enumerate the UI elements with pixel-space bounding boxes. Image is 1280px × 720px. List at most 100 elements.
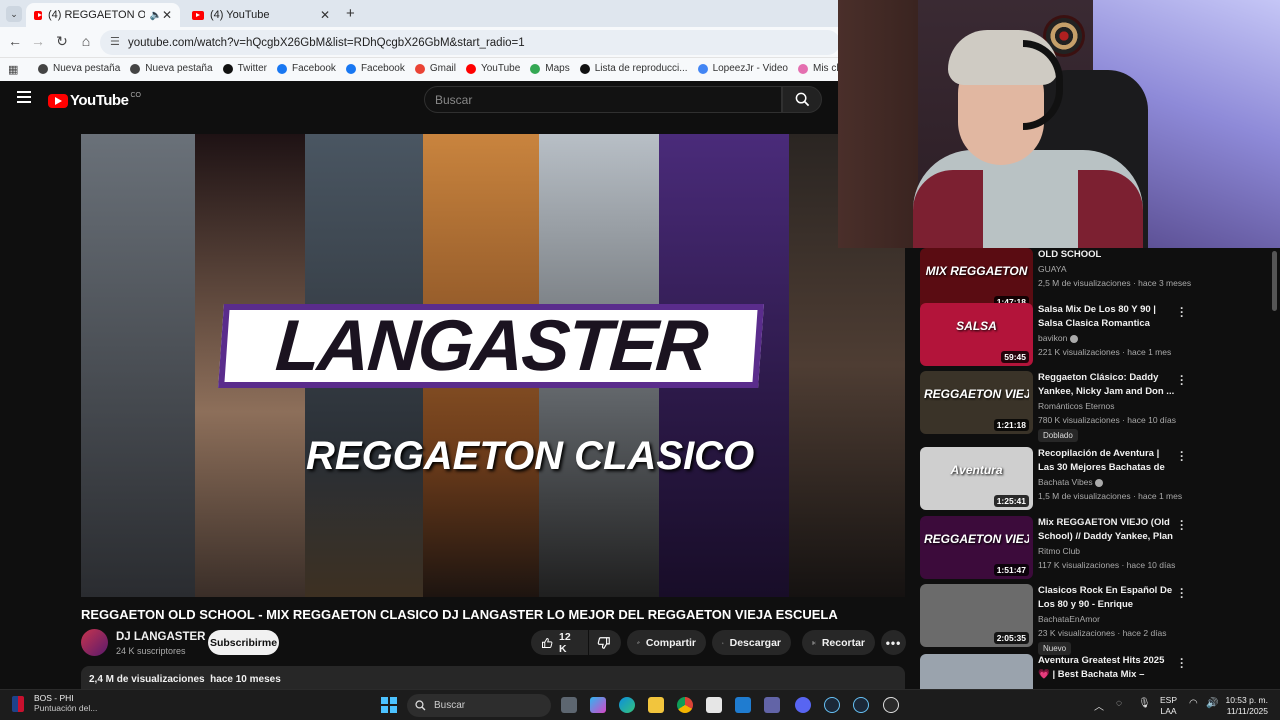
recommendation-thumbnail[interactable]: REGGAETON VIEJO 1:51:47 <box>920 516 1033 579</box>
share-button[interactable]: Compartir <box>627 630 706 655</box>
clock[interactable]: 10:53 p. m. 11/11/2025 <box>1222 695 1268 717</box>
chrome-icon[interactable] <box>677 697 693 713</box>
recommendation-thumbnail[interactable]: REGGAETON VIEJO 1:21:18 <box>920 371 1033 434</box>
recommendation-channel[interactable]: bavikon <box>1038 333 1078 343</box>
like-button[interactable]: 12 K <box>531 630 588 655</box>
recommendation-item[interactable]: Aventura 1:25:41 Recopilación de Aventura … <box>920 446 1280 511</box>
audio-playing-icon[interactable]: 🔈 <box>149 10 161 21</box>
recommendation-thumbnail[interactable]: SALSA 59:45 <box>920 303 1033 366</box>
mail-icon[interactable] <box>735 697 751 713</box>
address-bar[interactable]: ☰ youtube.com/watch?v=hQcgbX26GbM&list=R… <box>100 30 840 55</box>
file-explorer-icon[interactable] <box>648 697 664 713</box>
recommendation-title[interactable]: Salsa Mix De Los 80 Y 90 | Salsa Clasica… <box>1038 303 1176 331</box>
sports-widget[interactable]: BOS - PHI Puntuación del... <box>12 693 97 713</box>
thumbnail-label: REGGAETON VIEJO <box>924 387 1029 401</box>
recommendation-item[interactable]: REGGAETON VIEJO 1:51:47 Mix REGGAETON VIEJ… <box>920 515 1280 580</box>
new-tab-button[interactable]: + <box>346 5 355 22</box>
recommendation-title[interactable]: OLD SCHOOL <box>1038 248 1176 262</box>
more-vertical-icon[interactable]: · · · <box>1180 583 1184 603</box>
bookmark-item[interactable]: Maps <box>530 63 570 74</box>
edge-icon[interactable] <box>619 697 635 713</box>
microphone-icon[interactable]: 🎙 <box>1138 698 1151 709</box>
clip-button[interactable]: Recortar <box>802 630 875 655</box>
search-button[interactable] <box>782 86 822 113</box>
bookmark-item[interactable]: YouTube <box>465 63 520 74</box>
recommendation-title[interactable]: Recopilación de Aventura | Las 30 Mejore… <box>1038 447 1176 475</box>
forward-icon[interactable]: → <box>29 33 47 49</box>
recommendation-channel[interactable]: BachataEnAmor <box>1038 614 1100 624</box>
copilot-icon[interactable] <box>590 697 606 713</box>
recommendation-thumbnail[interactable]: 2:05:35 <box>920 584 1033 647</box>
tab-active[interactable]: (4) REGGAETON OLD SCHO 🔈 ✕ <box>26 3 180 27</box>
close-tab-icon[interactable]: ✕ <box>162 8 172 22</box>
bookmark-item[interactable]: Mis clips <box>797 63 840 74</box>
recommendation-title[interactable]: Clasicos Rock En Español De Los 80 y 90 … <box>1038 584 1176 612</box>
more-vertical-icon[interactable]: · · · <box>1180 653 1184 673</box>
store-icon[interactable] <box>706 697 722 713</box>
tab-title: (4) REGGAETON OLD SCHO <box>47 9 146 21</box>
recommendation-title[interactable]: Reggaeton Clásico: Daddy Yankee, Nicky J… <box>1038 371 1176 398</box>
clip-label: Recortar <box>821 636 865 649</box>
tab-list-dropdown[interactable]: ⌄ <box>6 6 22 22</box>
bookmark-item[interactable]: LopeezJr - Video <box>697 63 788 74</box>
share-icon <box>637 641 640 644</box>
home-icon[interactable]: ⌂ <box>77 33 95 49</box>
more-vertical-icon[interactable]: · · · <box>1180 446 1184 466</box>
bookmark-label: Maps <box>545 63 570 74</box>
task-view-icon[interactable] <box>561 697 577 713</box>
bookmark-item[interactable]: Facebook <box>277 63 336 74</box>
apps-grid-icon[interactable]: ▦ <box>8 63 18 76</box>
menu-icon[interactable] <box>17 91 31 103</box>
back-icon[interactable]: ← <box>6 33 24 49</box>
recommendation-channel[interactable]: Románticos Eternos <box>1038 401 1115 411</box>
recommendation-thumbnail[interactable]: Aventura 1:25:41 <box>920 447 1033 510</box>
obs-icon[interactable] <box>883 697 899 713</box>
network-icon[interactable]: ◌ <box>1116 698 1122 709</box>
more-vertical-icon[interactable]: · · · <box>1180 370 1184 390</box>
download-button[interactable]: Descargar <box>712 630 791 655</box>
page-scrollbar[interactable] <box>1272 251 1277 311</box>
discord-icon[interactable] <box>795 697 811 713</box>
recommendation-title[interactable]: Aventura Greatest Hits 2025 💗 | Best Bac… <box>1038 654 1176 682</box>
more-actions-button[interactable]: ••• <box>881 630 906 655</box>
video-title: REGGAETON OLD SCHOOL - MIX REGGAETON CLA… <box>81 607 838 622</box>
recommendation-thumbnail[interactable]: MIX REGGAETON 1:47:18 <box>920 248 1033 311</box>
teams-icon[interactable] <box>764 697 780 713</box>
windows-start-icon[interactable] <box>381 697 397 713</box>
reload-icon[interactable]: ↻ <box>53 33 71 50</box>
site-info-icon[interactable]: ☰ <box>110 35 120 48</box>
bookmark-item[interactable]: Lista de reproducci... <box>579 63 688 74</box>
search-input[interactable]: Buscar <box>424 86 782 113</box>
close-tab-icon[interactable]: ✕ <box>320 8 330 22</box>
volume-icon[interactable]: 🔊 <box>1206 698 1218 709</box>
recommendation-channel[interactable]: GUAYA <box>1038 264 1067 274</box>
bookmark-item[interactable]: Gmail <box>414 63 456 74</box>
language-indicator[interactable]: ESP LAA <box>1160 695 1177 717</box>
subscribe-button[interactable]: Subscribirme <box>208 630 279 655</box>
channel-avatar[interactable] <box>81 629 108 656</box>
taskbar-search[interactable]: Buscar <box>407 694 551 717</box>
recommendation-item[interactable]: REGGAETON VIEJO 1:21:18 Reggaeton Clásico:… <box>920 370 1280 442</box>
bookmark-item[interactable]: Twitter <box>222 63 267 74</box>
steam-icon[interactable] <box>853 697 869 713</box>
tab-inactive[interactable]: (4) YouTube ✕ <box>184 3 338 27</box>
more-vertical-icon[interactable]: · · · <box>1180 515 1184 535</box>
video-player[interactable]: LANGASTER REGGAETON CLASICO <box>81 134 905 597</box>
steam-icon[interactable] <box>824 697 840 713</box>
more-vertical-icon[interactable]: · · · <box>1180 302 1184 322</box>
bookmark-item[interactable]: Facebook <box>345 63 405 74</box>
recommendation-channel[interactable]: Bachata Vibes <box>1038 477 1104 487</box>
chevron-up-icon[interactable]: ︿ <box>1094 698 1104 713</box>
recommendation-item[interactable]: SALSA 59:45 Salsa Mix De Los 80 Y 90 | Sal… <box>920 302 1280 367</box>
more-horizontal-icon: ••• <box>885 635 902 650</box>
bookmark-item[interactable]: Nueva pestaña <box>130 63 213 74</box>
wifi-icon[interactable]: ◠ <box>1189 698 1198 709</box>
bookmark-item[interactable]: Nueva pestaña <box>38 63 120 74</box>
channel-name[interactable]: DJ LANGASTER <box>116 631 205 643</box>
recommendation-item[interactable]: 2:05:35 Clasicos Rock En Español De Los 8… <box>920 583 1280 655</box>
youtube-logo[interactable]: YouTube CO <box>48 92 141 109</box>
recommendation-title[interactable]: Mix REGGAETON VIEJO (Old School) // Dadd… <box>1038 516 1176 544</box>
thumbnail-label: MIX REGGAETON <box>925 264 1028 278</box>
recommendation-channel[interactable]: Ritmo Club <box>1038 546 1080 556</box>
dislike-button[interactable] <box>589 630 621 655</box>
